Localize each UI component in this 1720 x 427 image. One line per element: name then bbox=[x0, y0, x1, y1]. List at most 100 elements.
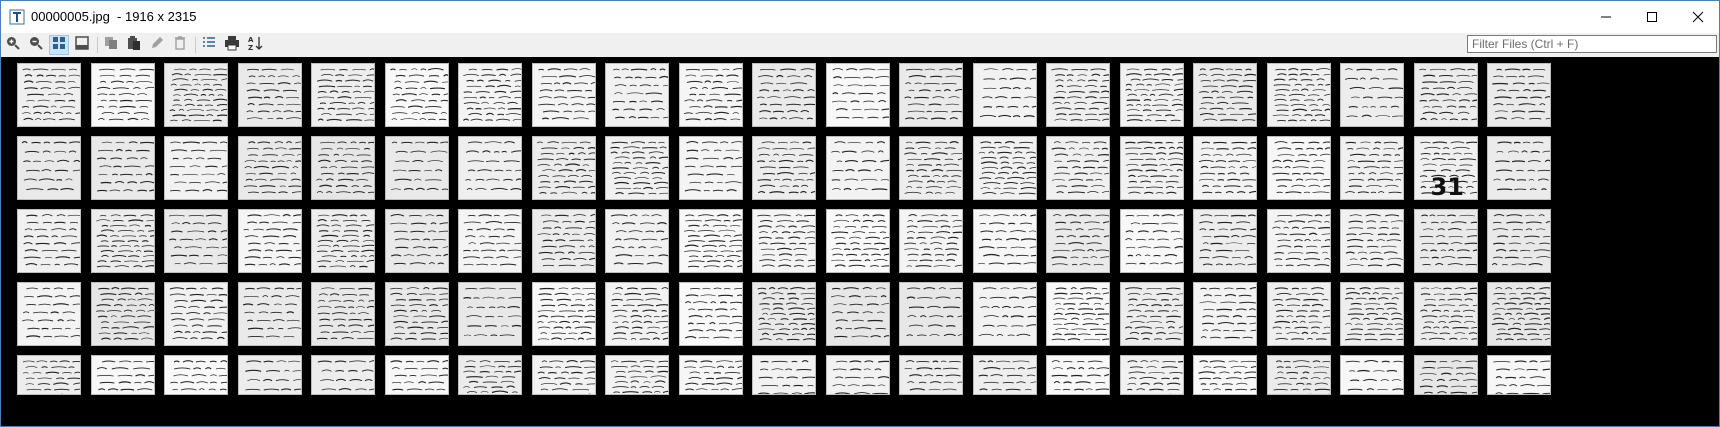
thumbnail-item[interactable] bbox=[531, 282, 596, 346]
thumbnail-item[interactable] bbox=[1266, 209, 1331, 273]
filter-files-input[interactable] bbox=[1467, 35, 1717, 53]
thumbnail-item[interactable] bbox=[237, 136, 302, 200]
thumbnail-item[interactable] bbox=[164, 209, 228, 273]
thumbnail-item[interactable] bbox=[384, 209, 449, 273]
thumbnail-item[interactable] bbox=[90, 63, 155, 127]
thumbnail-item[interactable] bbox=[678, 63, 743, 127]
thumbnail-item[interactable] bbox=[458, 355, 522, 395]
thumbnail-item[interactable] bbox=[384, 355, 449, 395]
thumbnail-item[interactable] bbox=[531, 136, 596, 200]
thumbnail-item[interactable] bbox=[17, 136, 81, 200]
thumbnail-item[interactable] bbox=[678, 355, 743, 395]
thumbnail-item[interactable] bbox=[1487, 63, 1551, 127]
thumbnail-item[interactable] bbox=[1340, 63, 1404, 127]
close-button[interactable] bbox=[1675, 1, 1720, 33]
thumbnail-item[interactable]: 31 bbox=[1413, 136, 1478, 200]
thumbnail-item[interactable] bbox=[825, 63, 890, 127]
thumbnail-item[interactable] bbox=[1413, 209, 1478, 273]
thumbnail-item[interactable] bbox=[458, 209, 522, 273]
thumbnail-item[interactable] bbox=[1487, 136, 1551, 200]
thumbnail-item[interactable] bbox=[605, 355, 669, 395]
list-button[interactable] bbox=[199, 35, 219, 55]
thumbnail-item[interactable] bbox=[17, 355, 81, 395]
thumbnail-item[interactable] bbox=[972, 136, 1037, 200]
thumbnail-item[interactable] bbox=[825, 355, 890, 395]
thumbnail-item[interactable] bbox=[1119, 136, 1184, 200]
thumbnail-item[interactable] bbox=[458, 136, 522, 200]
grid-view-button[interactable] bbox=[49, 35, 69, 55]
thumbnail-item[interactable] bbox=[531, 355, 596, 395]
thumbnail-item[interactable] bbox=[311, 355, 375, 395]
thumbnail-item[interactable] bbox=[752, 209, 816, 273]
thumbnail-item[interactable] bbox=[1340, 355, 1404, 395]
thumbnail-item[interactable] bbox=[1266, 63, 1331, 127]
thumbnail-item[interactable] bbox=[311, 136, 375, 200]
thumbnail-item[interactable] bbox=[1413, 355, 1478, 395]
thumbnail-item[interactable] bbox=[237, 63, 302, 127]
delete-button[interactable] bbox=[170, 35, 190, 55]
vertical-scrollbar[interactable] bbox=[1705, 57, 1719, 426]
thumbnail-item[interactable] bbox=[90, 282, 155, 346]
thumbnail-item[interactable] bbox=[972, 282, 1037, 346]
thumbnail-item[interactable] bbox=[164, 355, 228, 395]
thumbnail-item[interactable] bbox=[752, 63, 816, 127]
thumbnail-item[interactable] bbox=[384, 63, 449, 127]
thumbnail-item[interactable] bbox=[972, 63, 1037, 127]
thumbnail-item[interactable] bbox=[1046, 136, 1110, 200]
thumbnail-item[interactable] bbox=[1487, 282, 1551, 346]
thumbnail-item[interactable] bbox=[1193, 209, 1257, 273]
thumbnail-item[interactable] bbox=[605, 63, 669, 127]
thumbnail-item[interactable] bbox=[1340, 282, 1404, 346]
thumbnail-item[interactable] bbox=[752, 136, 816, 200]
thumbnail-item[interactable] bbox=[1193, 63, 1257, 127]
thumbnail-item[interactable] bbox=[1193, 282, 1257, 346]
thumbnail-item[interactable] bbox=[531, 209, 596, 273]
zoom-out-button[interactable] bbox=[26, 35, 46, 55]
thumbnail-item[interactable] bbox=[1119, 355, 1184, 395]
thumbnail-item[interactable] bbox=[1193, 136, 1257, 200]
single-view-button[interactable] bbox=[72, 35, 92, 55]
thumbnail-item[interactable] bbox=[678, 209, 743, 273]
thumbnail-item[interactable] bbox=[237, 209, 302, 273]
thumbnail-item[interactable] bbox=[90, 355, 155, 395]
thumbnail-item[interactable] bbox=[605, 282, 669, 346]
thumbnail-grid[interactable]: 31 bbox=[1, 57, 1719, 426]
thumbnail-item[interactable] bbox=[605, 136, 669, 200]
thumbnail-item[interactable] bbox=[164, 63, 228, 127]
thumbnail-item[interactable] bbox=[825, 136, 890, 200]
thumbnail-item[interactable] bbox=[1340, 136, 1404, 200]
thumbnail-item[interactable] bbox=[1119, 209, 1184, 273]
thumbnail-item[interactable] bbox=[825, 209, 890, 273]
thumbnail-item[interactable] bbox=[972, 209, 1037, 273]
print-button[interactable] bbox=[222, 35, 242, 55]
zoom-in-button[interactable] bbox=[3, 35, 23, 55]
thumbnail-item[interactable] bbox=[825, 282, 890, 346]
thumbnail-item[interactable] bbox=[237, 282, 302, 346]
thumbnail-item[interactable] bbox=[531, 63, 596, 127]
thumbnail-item[interactable] bbox=[1266, 282, 1331, 346]
thumbnail-item[interactable] bbox=[384, 136, 449, 200]
thumbnail-item[interactable] bbox=[1119, 282, 1184, 346]
thumbnail-item[interactable] bbox=[17, 209, 81, 273]
thumbnail-item[interactable] bbox=[899, 355, 963, 395]
thumbnail-item[interactable] bbox=[17, 63, 81, 127]
thumbnail-item[interactable] bbox=[1046, 209, 1110, 273]
thumbnail-item[interactable] bbox=[899, 209, 963, 273]
thumbnail-item[interactable] bbox=[605, 209, 669, 273]
thumbnail-item[interactable] bbox=[678, 136, 743, 200]
thumbnail-item[interactable] bbox=[311, 63, 375, 127]
thumbnail-item[interactable] bbox=[899, 136, 963, 200]
thumbnail-item[interactable] bbox=[1487, 209, 1551, 273]
thumbnail-item[interactable] bbox=[164, 136, 228, 200]
thumbnail-item[interactable] bbox=[164, 282, 228, 346]
thumbnail-item[interactable] bbox=[458, 63, 522, 127]
thumbnail-item[interactable] bbox=[1487, 355, 1551, 395]
thumbnail-item[interactable] bbox=[1413, 282, 1478, 346]
maximize-button[interactable] bbox=[1629, 1, 1675, 33]
thumbnail-item[interactable] bbox=[311, 209, 375, 273]
thumbnail-item[interactable] bbox=[1266, 136, 1331, 200]
thumbnail-item[interactable] bbox=[90, 136, 155, 200]
copy-button[interactable] bbox=[101, 35, 121, 55]
thumbnail-item[interactable] bbox=[237, 355, 302, 395]
thumbnail-item[interactable] bbox=[899, 282, 963, 346]
